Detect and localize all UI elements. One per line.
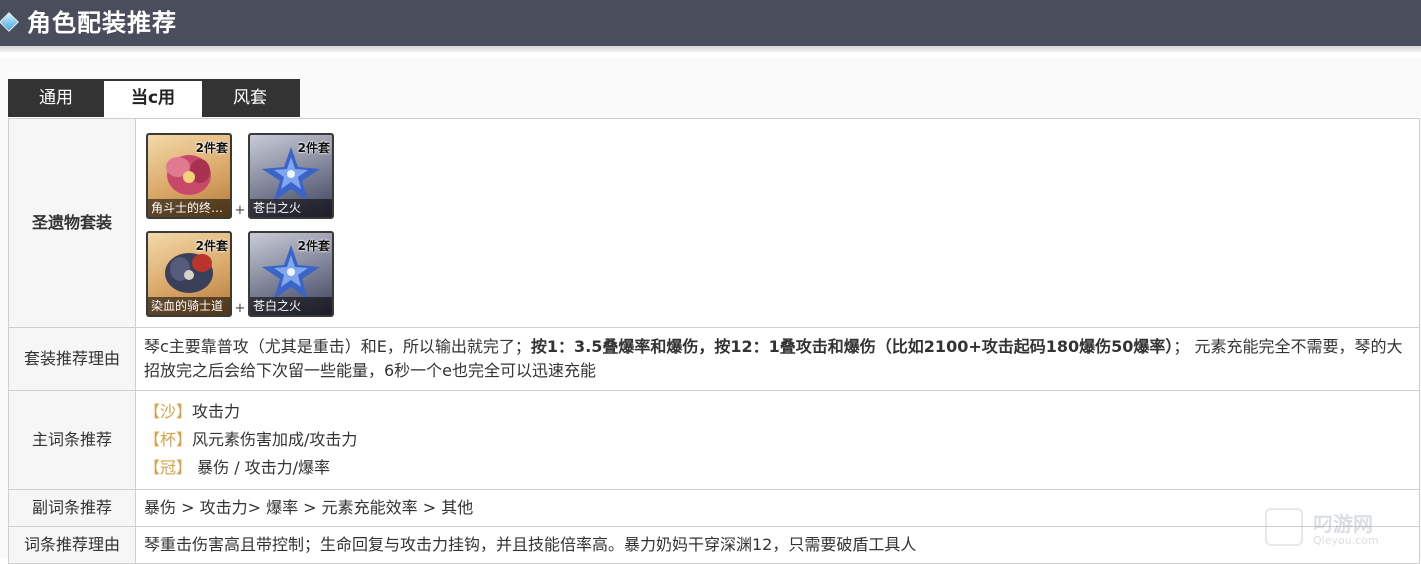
main-stats-cell: 【沙】攻击力 【杯】风元素伤害加成/攻击力 【冠】 暴伤 / 攻击力/爆率	[135, 390, 1420, 490]
site-watermark: 叼游网 Qleyou.com	[1265, 506, 1415, 552]
artifact-name: 苍白之火	[250, 199, 332, 217]
watermark-url: Qleyou.com	[1313, 534, 1379, 547]
table-row-sub-stats: 副词条推荐 暴伤 > 攻击力> 爆率 > 元素充能效率 > 其他	[8, 489, 1420, 527]
tab-anemo-set[interactable]: 风套	[202, 79, 298, 117]
main-stats-label: 主词条推荐	[8, 390, 136, 490]
set-reason-text: 琴c主要靠普攻（尤其是重击）和E，所以输出就完了；按1：3.5叠爆率和爆伤，按1…	[135, 327, 1420, 391]
artifact-combo-2: 2件套 染血的骑士道 + 2件套 苍白之火	[146, 227, 1413, 317]
table-row-main-stats: 主词条推荐 【沙】攻击力 【杯】风元素伤害加成/攻击力 【冠】 暴伤 / 攻击力…	[8, 390, 1420, 490]
artifact-combo-1: 2件套 角斗士的终… + 2件套 苍白之火	[146, 129, 1413, 219]
sub-stats-text: 暴伤 > 攻击力> 爆率 > 元素充能效率 > 其他	[135, 489, 1420, 527]
set-badge: 2件套	[297, 239, 330, 253]
artifact-card[interactable]: 2件套 苍白之火	[248, 231, 334, 317]
artifact-name: 苍白之火	[250, 297, 332, 315]
artifact-name: 染血的骑士道	[148, 297, 230, 315]
table-row-set-reason: 套装推荐理由 琴c主要靠普攻（尤其是重击）和E，所以输出就完了；按1：3.5叠爆…	[8, 327, 1420, 391]
set-reason-label: 套装推荐理由	[8, 327, 136, 391]
sub-stats-label: 副词条推荐	[8, 489, 136, 527]
tab-general[interactable]: 通用	[8, 79, 104, 117]
build-table: 圣遗物套装 2件套 角斗士的终… + 2件套 苍白之火 2件套 染血的骑士道 +…	[8, 118, 1420, 564]
main-stat-sands: 【沙】攻击力	[144, 398, 1413, 426]
header-divider	[0, 46, 1421, 52]
set-badge: 2件套	[195, 141, 228, 155]
main-stat-circlet: 【冠】 暴伤 / 攻击力/爆率	[144, 454, 1413, 482]
artifact-card[interactable]: 2件套 角斗士的终…	[146, 133, 232, 219]
section-title: 角色配装推荐	[27, 9, 177, 37]
set-badge: 2件套	[195, 239, 228, 253]
artifact-card[interactable]: 2件套 染血的骑士道	[146, 231, 232, 317]
artifact-set-cell: 2件套 角斗士的终… + 2件套 苍白之火 2件套 染血的骑士道 + 2件套 苍…	[135, 118, 1420, 328]
diamond-bullet-icon	[0, 12, 19, 32]
set-badge: 2件套	[297, 141, 330, 155]
watermark-logo-icon	[1265, 508, 1303, 546]
stat-slot-tag: 【沙】	[144, 402, 193, 421]
stat-value: 攻击力	[192, 402, 241, 421]
plus-sign: +	[234, 301, 246, 316]
artifact-card[interactable]: 2件套 苍白之火	[248, 133, 334, 219]
stat-slot-tag: 【杯】	[144, 430, 193, 449]
watermark-text: 叼游网	[1313, 512, 1373, 536]
plus-sign: +	[234, 203, 246, 218]
reason-highlight: 按1：3.5叠爆率和爆伤，按12：1叠攻击和爆伤（比如2100+攻击起码180爆…	[530, 337, 1174, 356]
section-header: 角色配装推荐	[0, 0, 1421, 46]
artifact-name: 角斗士的终…	[148, 199, 230, 217]
reason-text: 琴c主要靠普攻（尤其是重击）和E，所以输出就完了；	[144, 337, 531, 356]
artifact-set-label: 圣遗物套装	[8, 118, 136, 328]
stat-value: 暴伤 / 攻击力/爆率	[192, 458, 331, 477]
stat-value: 风元素伤害加成/攻击力	[192, 430, 358, 449]
stat-slot-tag: 【冠】	[144, 458, 193, 477]
table-row-artifacts: 圣遗物套装 2件套 角斗士的终… + 2件套 苍白之火 2件套 染血的骑士道 +…	[8, 118, 1420, 328]
main-stat-goblet: 【杯】风元素伤害加成/攻击力	[144, 426, 1413, 454]
tab-c-build[interactable]: 当c用	[104, 79, 202, 117]
build-tabs: 通用 当c用 风套	[8, 79, 300, 117]
